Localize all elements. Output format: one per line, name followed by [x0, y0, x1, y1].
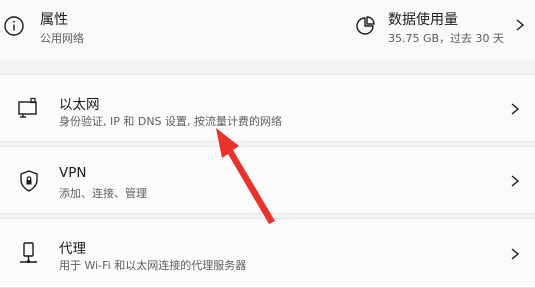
- proxy-title: 代理: [59, 241, 86, 257]
- vpn-title: VPN: [59, 165, 87, 181]
- data-usage-title: 数据使用量: [388, 12, 458, 28]
- data-usage-subtitle: 35.75 GB，过去 30 天: [388, 32, 505, 45]
- ethernet-icon: [18, 97, 37, 118]
- properties-title: 属性: [40, 12, 68, 28]
- network-summary-bar: 属性 公用网络 数据使用量 35.75 GB，过去 30 天: [0, 0, 535, 60]
- chevron-right-icon: [516, 19, 525, 31]
- properties-subtitle: 公用网络: [40, 32, 84, 45]
- chevron-right-icon: [511, 103, 520, 115]
- ethernet-subtitle: 身份验证, IP 和 DNS 设置, 按流量计费的网络: [59, 115, 283, 128]
- vpn-subtitle: 添加、连接、管理: [59, 187, 147, 200]
- ethernet-item[interactable]: 以太网 身份验证, IP 和 DNS 设置, 按流量计费的网络: [0, 74, 535, 142]
- shield-icon: [20, 170, 38, 192]
- chevron-right-icon: [511, 248, 520, 260]
- proxy-subtitle: 用于 Wi-Fi 和以太网连接的代理服务器: [59, 259, 247, 272]
- chevron-right-icon: [511, 175, 520, 187]
- proxy-icon: [20, 242, 37, 264]
- pie-chart-icon: [356, 16, 375, 35]
- ethernet-title: 以太网: [59, 97, 100, 113]
- info-icon: [4, 16, 24, 36]
- proxy-item[interactable]: 代理 用于 Wi-Fi 和以太网连接的代理服务器: [0, 218, 535, 288]
- vpn-item[interactable]: VPN 添加、连接、管理: [0, 146, 535, 214]
